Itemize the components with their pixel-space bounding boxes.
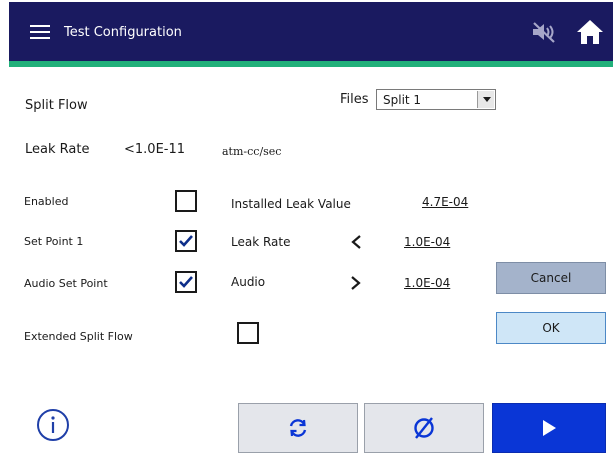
audio-set-point-label: Audio Set Point [24, 277, 108, 290]
chevron-down-icon[interactable] [477, 91, 494, 108]
set-point-1-label: Set Point 1 [24, 235, 84, 248]
enabled-checkbox[interactable] [175, 190, 197, 212]
set-point-1-checkbox[interactable] [175, 230, 197, 252]
home-icon[interactable] [575, 18, 605, 46]
ok-button[interactable]: OK [496, 312, 606, 344]
refresh-button[interactable] [238, 403, 358, 453]
page-title: Test Configuration [64, 25, 182, 40]
files-select[interactable]: Split 1 [376, 89, 496, 110]
hamburger-menu-icon[interactable] [30, 24, 50, 40]
enabled-label: Enabled [24, 195, 69, 208]
leak-rate-unit: atm-cc/sec [222, 145, 282, 158]
audio-setpoint-value[interactable]: 1.0E-04 [404, 275, 450, 291]
audio-setpoint-label: Audio [231, 275, 266, 289]
audio-set-point-checkbox[interactable] [175, 271, 197, 293]
files-select-value: Split 1 [383, 93, 422, 107]
installed-leak-value[interactable]: 4.7E-04 [422, 194, 468, 210]
extended-split-flow-label: Extended Split Flow [24, 330, 133, 343]
refresh-icon [289, 419, 307, 437]
leak-rate-setpoint-value[interactable]: 1.0E-04 [404, 234, 450, 250]
checkmark-icon [179, 276, 193, 288]
files-label: Files [340, 92, 369, 107]
leak-rate-label: Leak Rate [25, 142, 90, 157]
checkmark-icon [179, 235, 193, 247]
installed-leak-label: Installed Leak Value [231, 197, 351, 211]
speaker-mute-icon[interactable] [530, 20, 558, 44]
section-title: Split Flow [25, 98, 88, 113]
leak-rate-setpoint-label: Leak Rate [231, 235, 291, 249]
info-icon[interactable] [36, 408, 70, 442]
cancel-button[interactable]: Cancel [496, 262, 606, 294]
leak-rate-value: <1.0E-11 [124, 142, 186, 157]
clear-button[interactable] [364, 403, 484, 453]
less-than-chevron-icon[interactable] [350, 234, 362, 249]
play-icon [543, 420, 556, 436]
extended-split-flow-checkbox[interactable] [237, 322, 259, 344]
greater-than-chevron-icon[interactable] [350, 275, 362, 290]
start-test-button[interactable] [492, 403, 606, 453]
clear-null-icon [414, 417, 434, 439]
